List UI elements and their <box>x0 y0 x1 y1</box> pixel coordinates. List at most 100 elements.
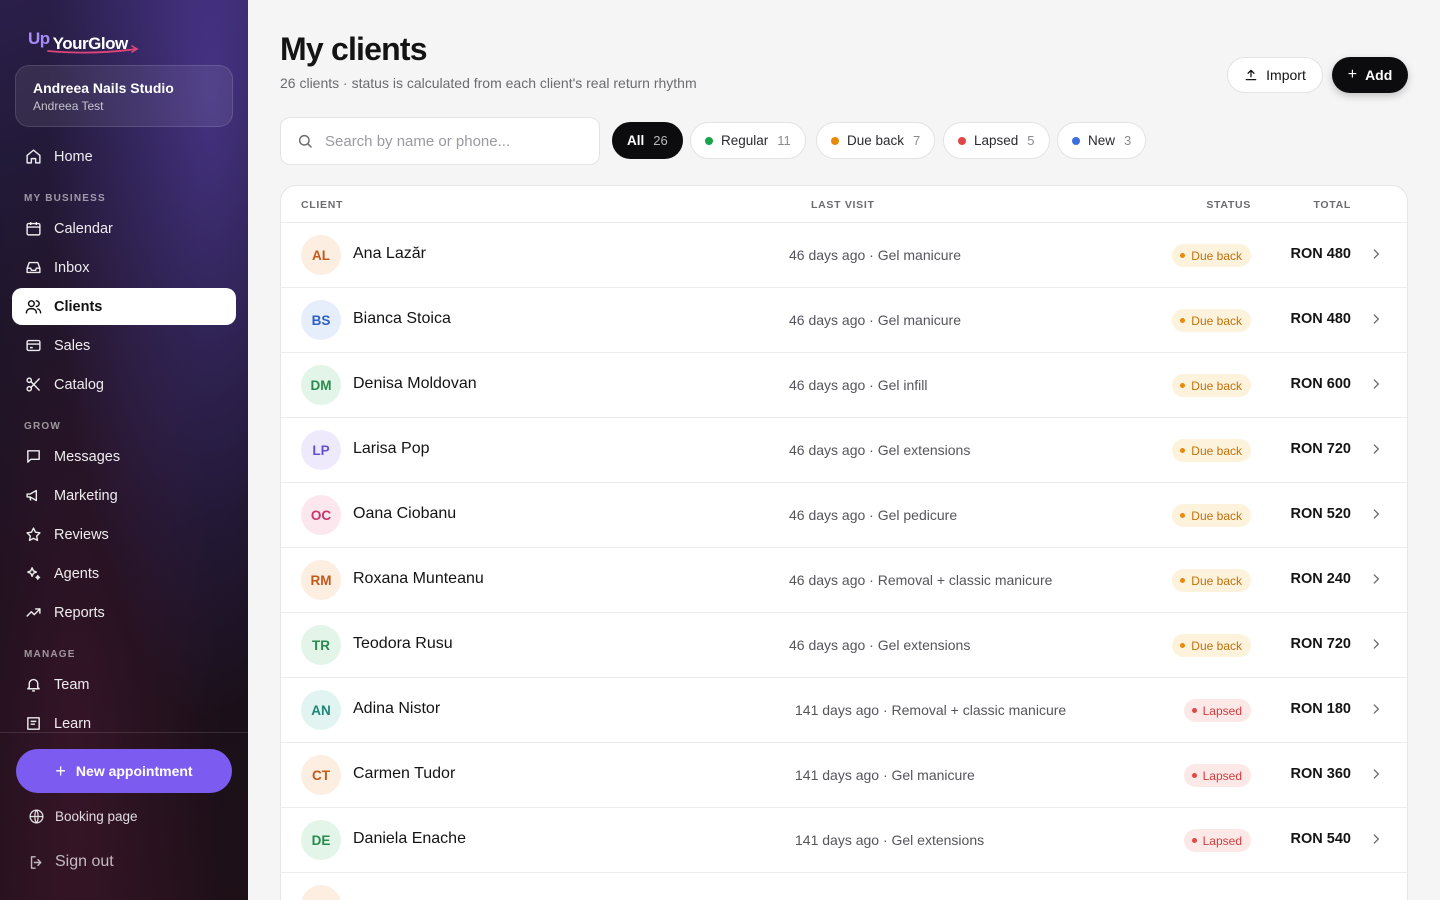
nav-team-label: Team <box>54 676 90 693</box>
chevron-right-icon[interactable] <box>1369 637 1383 651</box>
chevron-right-icon[interactable] <box>1369 832 1383 846</box>
status-dot <box>1180 578 1186 583</box>
add-client-button[interactable]: + Add <box>1332 57 1408 93</box>
nav-calendar[interactable]: Calendar <box>12 210 236 247</box>
filter-chip-lapsed[interactable]: Lapsed 5 <box>943 122 1050 159</box>
status-dot <box>1072 136 1080 145</box>
filter-chip-all[interactable]: All 26 <box>612 122 683 159</box>
status-dot <box>1180 383 1186 388</box>
nav-marketing[interactable]: Marketing <box>12 477 236 514</box>
filter-label: All <box>627 133 645 148</box>
client-avatar: OC <box>301 495 341 535</box>
status-badge: Lapsed <box>1183 764 1251 787</box>
status-dot <box>1180 448 1186 453</box>
chevron-right-icon[interactable] <box>1369 442 1383 456</box>
studio-switcher[interactable]: Andreea Nails Studio Andreea Test <box>15 65 233 127</box>
chevron-right-icon[interactable] <box>1369 247 1383 261</box>
nav-team[interactable]: Team <box>12 666 236 703</box>
status-dot <box>958 136 966 145</box>
search-input[interactable] <box>325 132 575 150</box>
table-row[interactable]: BS Bianca Stoica 46 days ago · Gel manicur… <box>281 288 1407 353</box>
table-row[interactable] <box>281 873 1407 900</box>
booking-page-label: Booking page <box>55 809 138 824</box>
chevron-right-icon[interactable] <box>1369 312 1383 326</box>
status-dot <box>1180 253 1186 258</box>
new-appointment-button[interactable]: + New appointment <box>16 749 232 793</box>
filter-label: Regular <box>721 133 769 148</box>
filter-chip-regular[interactable]: Regular 11 <box>690 122 806 159</box>
nav-catalog[interactable]: Catalog <box>12 366 236 403</box>
table-row[interactable]: LP Larisa Pop 46 days ago · Gel extensions… <box>281 418 1407 483</box>
table-row[interactable]: TR Teodora Rusu 46 days ago · Gel extensio… <box>281 613 1407 678</box>
nav-messages[interactable]: Messages <box>12 438 236 475</box>
filter-chip-new[interactable]: New 3 <box>1057 122 1147 159</box>
client-avatar: AL <box>301 235 341 275</box>
nav-reports[interactable]: Reports <box>12 594 236 631</box>
column-header-last-visit[interactable]: LAST VISIT <box>811 199 875 211</box>
table-row[interactable]: AN Adina Nistor 141 days ago · Removal + c… <box>281 678 1407 743</box>
import-button[interactable]: Import <box>1227 57 1323 93</box>
table-row[interactable]: CT Carmen Tudor 141 days ago · Gel manicur… <box>281 743 1407 808</box>
client-total: RON 540 <box>1290 831 1351 847</box>
nav-reviews[interactable]: Reviews <box>12 516 236 553</box>
page-subtitle: 26 clients · status is calculated from e… <box>280 75 697 91</box>
table-row[interactable]: DE Daniela Enache 141 days ago · Gel exten… <box>281 808 1407 873</box>
status-dot <box>1180 318 1186 323</box>
last-visit: 141 days ago · Gel extensions <box>795 832 985 848</box>
column-header-client[interactable]: CLIENT <box>301 199 343 211</box>
status-badge: Due back <box>1172 439 1251 462</box>
nav-learn[interactable]: Learn <box>12 705 236 742</box>
table-row[interactable]: OC Oana Ciobanu 46 days ago · Gel pedicure… <box>281 483 1407 548</box>
filter-count: 26 <box>653 133 668 148</box>
client-total: RON 360 <box>1290 766 1351 782</box>
search-box <box>280 117 600 165</box>
last-visit: 141 days ago · Gel manicure <box>795 767 975 783</box>
sign-out-link[interactable]: Sign out <box>28 853 114 871</box>
filter-label: Lapsed <box>974 133 1019 148</box>
status-badge: Due back <box>1172 244 1251 267</box>
credit-card-icon <box>24 337 42 355</box>
client-name: Larisa Pop <box>353 440 430 457</box>
nav-clients[interactable]: Clients <box>12 288 236 325</box>
chevron-right-icon[interactable] <box>1369 572 1383 586</box>
table-row[interactable]: AL Ana Lazăr 46 days ago · Gel manicure Due… <box>281 223 1407 288</box>
filter-count: 11 <box>777 133 791 148</box>
last-visit: 46 days ago · Gel pedicure <box>789 507 958 523</box>
status-dot <box>831 136 839 145</box>
brand-logo[interactable]: Up YourGlow <box>28 28 139 54</box>
nav-home[interactable]: Home <box>12 138 236 175</box>
chevron-right-icon[interactable] <box>1369 767 1383 781</box>
status-label: Lapsed <box>1202 833 1242 848</box>
chevron-right-icon[interactable] <box>1369 377 1383 391</box>
table-row[interactable]: RM Roxana Munteanu 46 days ago · Removal +… <box>281 548 1407 613</box>
nav-inbox[interactable]: Inbox <box>12 249 236 286</box>
filter-chip-due-back[interactable]: Due back 7 <box>816 122 936 159</box>
studio-owner: Andreea Test <box>33 99 104 113</box>
client-name: Ana Lazăr <box>353 245 426 262</box>
nav-sales-label: Sales <box>54 337 91 354</box>
status-label: Lapsed <box>1202 703 1242 718</box>
chevron-right-icon[interactable] <box>1369 507 1383 521</box>
booking-page-link[interactable]: Booking page <box>28 808 138 825</box>
client-name: Roxana Munteanu <box>353 570 484 587</box>
nav-inbox-label: Inbox <box>54 259 90 276</box>
table-row[interactable]: DM Denisa Moldovan 46 days ago · Gel infil… <box>281 353 1407 418</box>
client-avatar: BS <box>301 300 341 340</box>
column-header-status[interactable]: STATUS <box>1206 199 1251 211</box>
studio-name: Andreea Nails Studio <box>33 80 174 96</box>
chevron-right-icon[interactable] <box>1369 702 1383 716</box>
client-name: Oana Ciobanu <box>353 505 457 522</box>
log-out-icon <box>28 854 45 871</box>
nav-agents[interactable]: Agents <box>12 555 236 592</box>
client-total: RON 240 <box>1290 571 1351 587</box>
nav-section-manage: MANAGE <box>24 649 76 660</box>
scissors-icon <box>24 376 42 394</box>
status-label: Due back <box>1191 378 1242 393</box>
clients-table: CLIENT LAST VISIT STATUS TOTAL AL Ana Laz… <box>280 185 1408 900</box>
filter-count: 7 <box>913 133 921 148</box>
nav-sales[interactable]: Sales <box>12 327 236 364</box>
last-visit: 46 days ago · Gel manicure <box>789 247 961 263</box>
column-header-total[interactable]: TOTAL <box>1313 199 1351 211</box>
client-total: RON 720 <box>1290 441 1351 457</box>
client-avatar: RM <box>301 560 341 600</box>
